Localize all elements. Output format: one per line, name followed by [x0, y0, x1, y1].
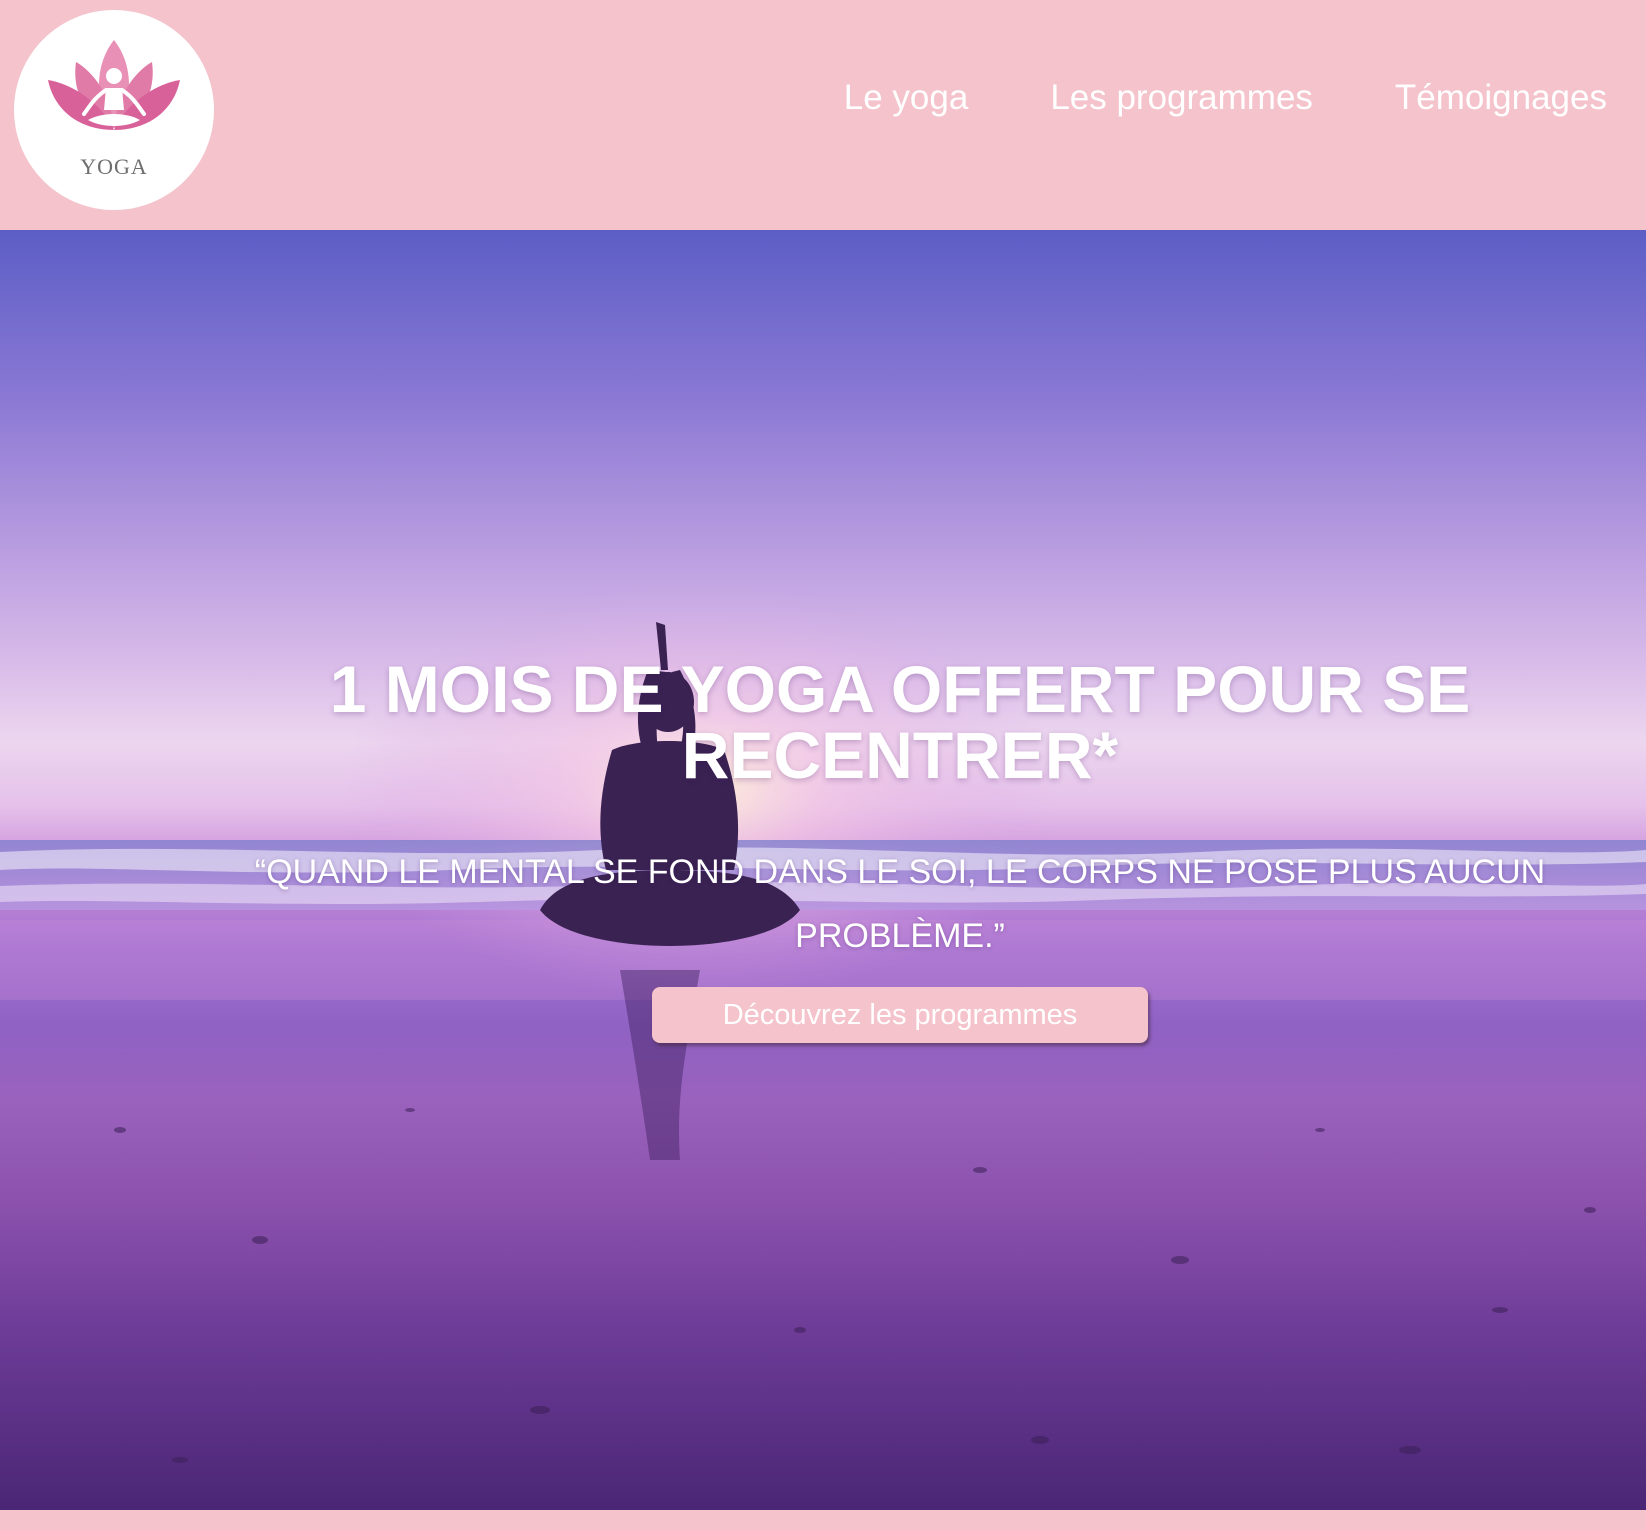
bottom-strip: [0, 1510, 1646, 1530]
hero-title: 1 MOIS DE YOGA OFFERT POUR SE RECENTRER*: [329, 652, 1471, 792]
lotus-meditation-icon: [48, 40, 180, 130]
nav-temoignages[interactable]: Témoignages: [1395, 78, 1607, 118]
hero-banner: 1 MOIS DE YOGA OFFERT POUR SE RECENTRER*…: [0, 230, 1646, 1510]
logo-text: YOGA: [80, 154, 148, 179]
discover-programs-button[interactable]: Découvrez les programmes: [652, 987, 1148, 1043]
site-header: YOGA Le yoga Les programmes Témoignages: [0, 0, 1646, 230]
nav-le-yoga[interactable]: Le yoga: [844, 78, 969, 118]
hero-quote: “QUAND LE MENTAL SE FOND DANS LE SOI, LE…: [254, 853, 1546, 955]
main-nav: Le yoga Les programmes Témoignages: [844, 70, 1646, 126]
nav-les-programmes[interactable]: Les programmes: [1050, 78, 1313, 118]
yoga-logo[interactable]: YOGA: [14, 10, 214, 210]
